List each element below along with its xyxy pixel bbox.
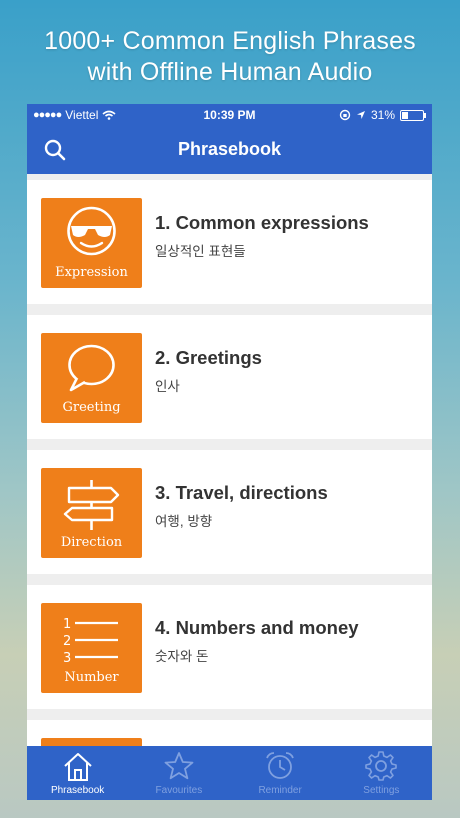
- tab-settings[interactable]: Settings: [331, 746, 432, 800]
- category-title: 4. Numbers and money: [155, 617, 359, 638]
- tab-label: Phrasebook: [50, 785, 105, 796]
- svg-text:3: 3: [63, 651, 71, 666]
- category-title: 3. Travel, directions: [155, 482, 328, 503]
- promo-headline: 1000+ Common English Phrases with Offlin…: [0, 26, 460, 88]
- tab-favourites[interactable]: Favourites: [128, 746, 229, 800]
- category-card-numbers[interactable]: 1 2 3 Number 4. Numbers and money 숫자와 돈: [27, 585, 432, 709]
- category-subtitle: 인사: [155, 379, 180, 394]
- promo-line-2: with Offline Human Audio: [87, 58, 373, 86]
- status-bar: ●●●●● Viettel 10:39 PM 31%: [27, 104, 432, 126]
- tab-phrasebook[interactable]: Phrasebook: [27, 746, 128, 800]
- signpost-icon: [63, 480, 120, 530]
- rotation-lock-icon: [339, 109, 351, 121]
- tile-label: Expression: [55, 265, 128, 280]
- numbered-list-icon: 1 2 3: [63, 617, 118, 666]
- phone-screen: ●●●●● Viettel 10:39 PM 31% Phrasebook Ex…: [27, 104, 432, 800]
- category-card-expressions[interactable]: Expression 1. Common expressions 일상적인 표현…: [27, 180, 432, 304]
- star-icon: [164, 752, 194, 780]
- category-title: 1. Common expressions: [155, 212, 369, 233]
- category-title: 2. Greetings: [155, 347, 262, 368]
- category-list: Expression 1. Common expressions 일상적인 표현…: [27, 180, 432, 800]
- tab-bar: Phrasebook Favourites Reminder Settings: [27, 746, 432, 800]
- nav-bar: Phrasebook: [27, 126, 432, 174]
- category-tile: 1 2 3 Number: [41, 603, 142, 693]
- tile-label: Greeting: [62, 400, 121, 415]
- speech-bubble-icon: [68, 344, 115, 392]
- category-tile: Expression: [41, 198, 142, 288]
- sunglasses-face-icon: [67, 206, 116, 256]
- tab-label: Favourites: [155, 785, 203, 796]
- tab-label: Reminder: [258, 785, 302, 796]
- category-subtitle: 일상적인 표현들: [155, 244, 246, 259]
- category-subtitle: 여행, 방향: [155, 514, 213, 529]
- battery-percent: 31%: [370, 108, 395, 122]
- tab-label: Settings: [363, 785, 400, 796]
- promo-line-1: 1000+ Common English Phrases: [44, 27, 416, 55]
- alarm-clock-icon: [266, 752, 294, 779]
- category-subtitle: 숫자와 돈: [155, 649, 209, 664]
- category-tile: Direction: [41, 468, 142, 558]
- tab-reminder[interactable]: Reminder: [230, 746, 331, 800]
- category-card-greetings[interactable]: Greeting 2. Greetings 인사: [27, 315, 432, 439]
- page-title: Phrasebook: [177, 139, 282, 159]
- home-icon: [63, 753, 92, 781]
- svg-text:1: 1: [63, 617, 71, 632]
- category-card-travel[interactable]: Direction 3. Travel, directions 여행, 방향: [27, 450, 432, 574]
- svg-text:2: 2: [63, 634, 71, 649]
- tile-label: Direction: [60, 535, 123, 550]
- tile-label: Number: [64, 670, 119, 685]
- location-arrow-icon: [356, 111, 365, 119]
- category-tile: Greeting: [41, 333, 142, 423]
- battery-icon: [400, 109, 426, 121]
- gear-icon: [365, 751, 398, 781]
